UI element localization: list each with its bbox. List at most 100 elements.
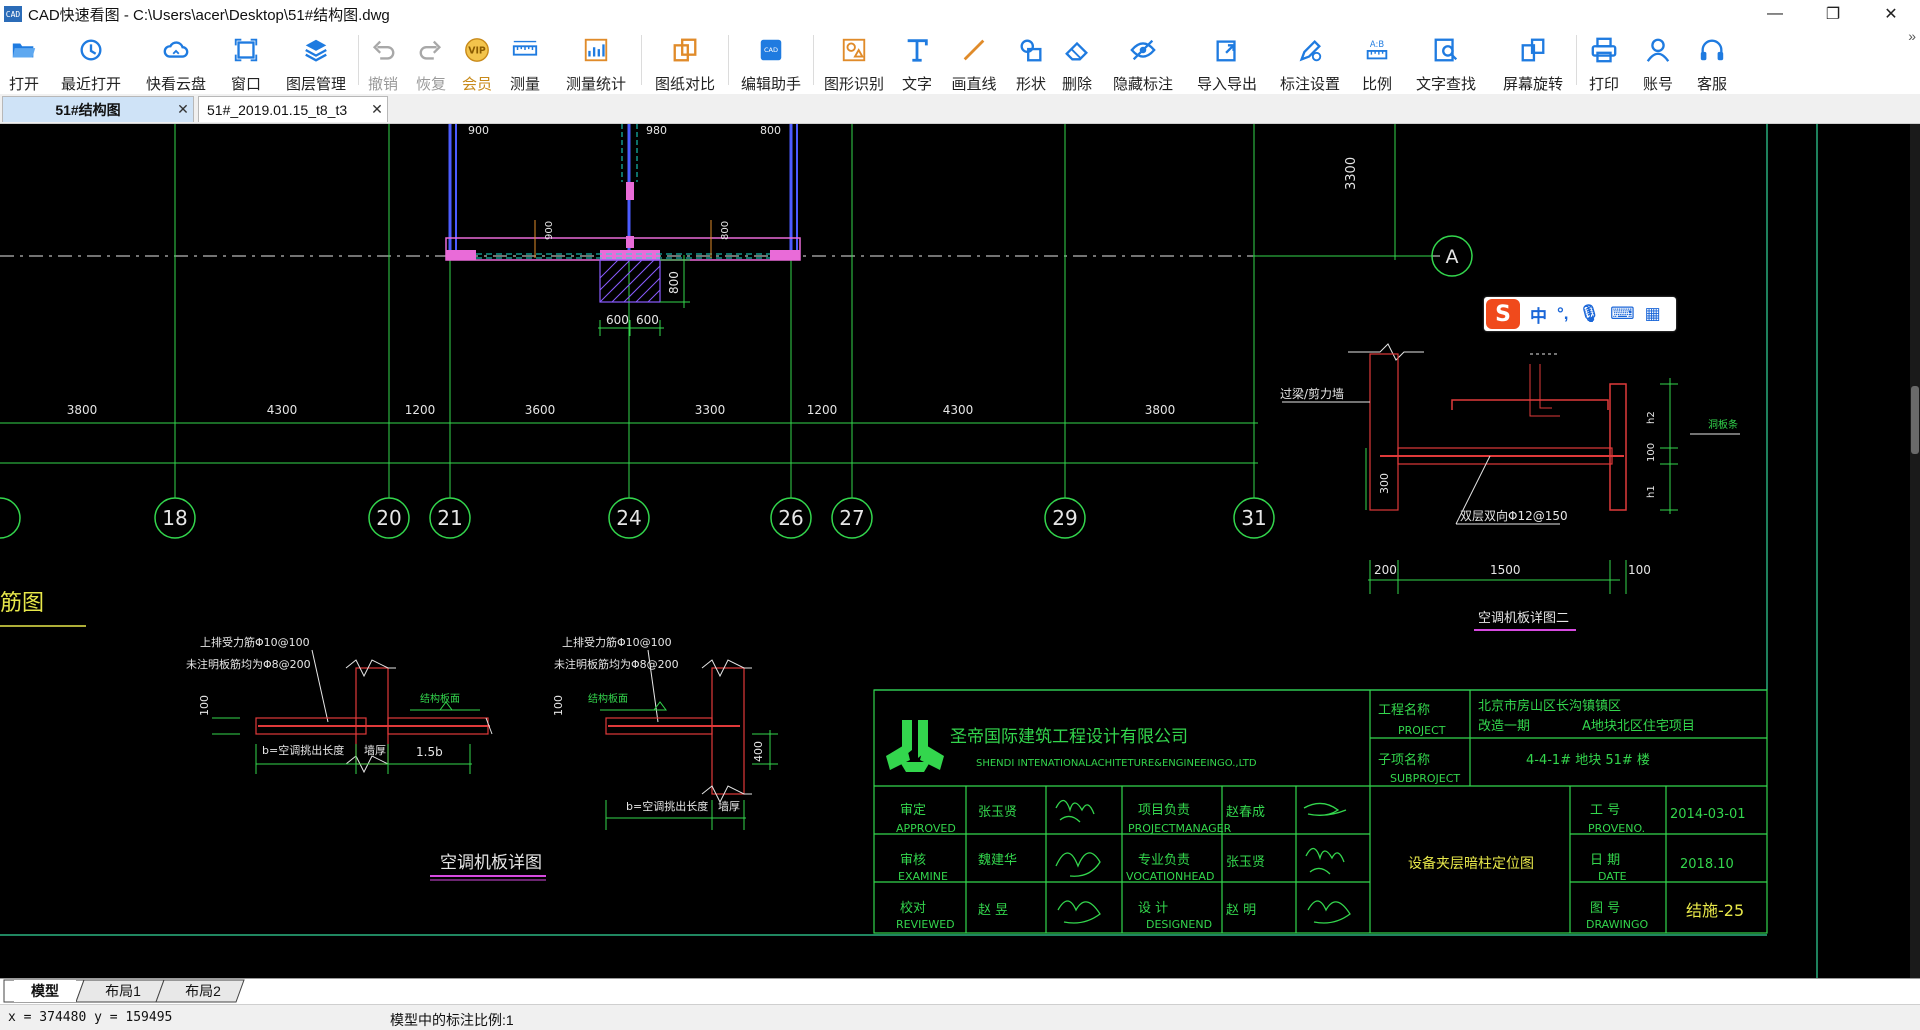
toolbar-button-annotation-settings[interactable]: 标注设置 <box>1268 28 1352 93</box>
dim-text: 墙厚 <box>364 743 386 757</box>
import-export-icon <box>1213 36 1241 69</box>
toolbar-button-history[interactable]: 最近打开 <box>48 28 134 93</box>
title-bar: CAD CAD快速看图 - C:\Users\acer\Desktop\51#结… <box>0 0 1920 28</box>
label-text: VOCATIONHEAD <box>1126 870 1214 883</box>
ime-logo-icon: S <box>1486 299 1520 329</box>
toolbar-button-rotate[interactable]: 屏幕旋转 <box>1490 28 1576 93</box>
label-text: SUBPROJECT <box>1390 772 1460 785</box>
shaft-structure <box>445 124 801 303</box>
dim-text: 400 <box>752 741 765 762</box>
toolbar-button-shape-recognize[interactable]: 图形识别 <box>814 28 894 93</box>
dim-text: 600 <box>606 313 629 327</box>
value-text: 赵春成 <box>1226 805 1265 820</box>
span-text: 3800 <box>1145 403 1176 417</box>
shapes-icon <box>1017 36 1045 69</box>
toolbar-button-ruler[interactable]: 测量 <box>499 28 551 93</box>
account-icon <box>1644 36 1672 69</box>
toolbar-button-redo[interactable]: 恢复 <box>407 28 455 93</box>
toolbar-button-scale[interactable]: A:B 比例 <box>1352 28 1402 93</box>
toolbar-button-line[interactable]: 画直线 <box>940 28 1008 93</box>
ime-toolbar[interactable]: S 中 °, 🎙 ⌨ ▦ <box>1484 297 1676 331</box>
toolbar-button-label: 恢复 <box>415 76 446 93</box>
ime-keyboard-icon[interactable]: ⌨ <box>1610 304 1635 324</box>
measure-stats-icon <box>582 36 610 69</box>
ruler-icon <box>511 36 539 69</box>
shape-recognize-icon <box>840 36 868 69</box>
tab-close-icon[interactable]: ✕ <box>173 101 193 118</box>
close-button[interactable]: ✕ <box>1862 0 1920 28</box>
dim-text: 800 <box>720 221 731 240</box>
toolbar-button-layers[interactable]: 图层管理 <box>274 28 358 93</box>
scrollbar-thumb[interactable] <box>1911 386 1919 454</box>
tab-model[interactable]: 模型 <box>14 980 76 1002</box>
toolbar-button-label: 快看云盘 <box>145 76 206 93</box>
toolbar-button-edit-assistant[interactable]: CAD 编辑助手 <box>729 28 813 93</box>
toolbar-button-label: 删除 <box>1061 76 1092 93</box>
toolbar-button-label: 最近打开 <box>60 76 121 93</box>
toolbar-button-text-search[interactable]: 文字查找 <box>1402 28 1490 93</box>
toolbar-button-headset[interactable]: 客服 <box>1685 28 1739 93</box>
section-title: 筋图 <box>0 591 44 616</box>
label-text: PROVENO. <box>1588 822 1645 835</box>
toolbar-button-import-export[interactable]: 导入导出 <box>1186 28 1268 93</box>
tab-layout1[interactable]: 布局1 <box>92 980 154 1002</box>
svg-text:VIP: VIP <box>468 46 486 57</box>
label-text: 设 计 <box>1138 901 1168 916</box>
toolbar-button-folder-open[interactable]: 打开 <box>0 28 48 93</box>
dim-text: b=空调挑出长度 <box>626 799 708 813</box>
ime-voice-icon[interactable]: 🎙 <box>1579 304 1601 324</box>
dim-text: 1500 <box>1490 563 1521 577</box>
toolbar-button-vip[interactable]: VIP 会员 <box>455 28 499 93</box>
toolbar-button-shapes[interactable]: 形状 <box>1008 28 1054 93</box>
value-text: 魏建华 <box>978 853 1017 868</box>
toolbar-button-label: 打印 <box>1588 76 1619 93</box>
axis-grid <box>0 124 1432 498</box>
ac-slab-detail-3: 过梁/剪力墙 双层双向Φ12@150 洞板条 h2 100 h1 300 200… <box>1280 343 1740 631</box>
restore-button[interactable]: ❐ <box>1804 0 1862 28</box>
drawing-canvas[interactable]: 900 980 800 900 800 800 600 600 3300 A 3… <box>0 124 1920 978</box>
toolbar-overflow-button[interactable]: » <box>1908 28 1916 44</box>
ime-mode-toggle[interactable]: 中 <box>1530 302 1547 327</box>
ime-punctuation-toggle[interactable]: °, <box>1557 304 1569 324</box>
label-text: PROJECTMANAGER <box>1128 822 1232 835</box>
toolbar-button-text[interactable]: 文字 <box>894 28 940 93</box>
toolbar-button-print[interactable]: 打印 <box>1577 28 1631 93</box>
tab-51-structure[interactable]: 51#结构图 ✕ <box>2 96 194 122</box>
label-text: 专业负责 <box>1138 853 1190 868</box>
ime-toolbox-icon[interactable]: ▦ <box>1645 304 1661 324</box>
toolbar-button-label: 编辑助手 <box>740 76 801 93</box>
title-block-text: 圣帝国际建筑工程设计有限公司 SHENDI INTENATIONALACHITE… <box>896 698 1746 931</box>
axis-label: 20 <box>376 506 401 530</box>
toolbar-button-label: 窗口 <box>230 76 261 93</box>
toolbar-button-hide-eye[interactable]: 隐藏标注 <box>1100 28 1186 93</box>
annotation-settings-icon <box>1296 36 1324 69</box>
tab-close-icon[interactable]: ✕ <box>367 101 387 118</box>
label-text: 工 号 <box>1590 803 1620 818</box>
dim-text: 3300 <box>1344 157 1359 190</box>
toolbar-button-window[interactable]: 窗口 <box>218 28 274 93</box>
toolbar-button-label: 账号 <box>1642 76 1673 93</box>
minimize-button[interactable]: — <box>1746 0 1804 28</box>
tab-51-2019[interactable]: 51#_2019.01.15_t8_t3 ✕ <box>198 96 388 122</box>
cursor-coordinates: x = 374480 y = 159495 <box>8 1010 173 1025</box>
axis-label: 31 <box>1241 506 1266 530</box>
toolbar-button-measure-stats[interactable]: 测量统计 <box>551 28 641 93</box>
toolbar-button-eraser[interactable]: 删除 <box>1054 28 1100 93</box>
dim-text: 800 <box>667 271 681 294</box>
scale-icon: A:B <box>1363 36 1391 69</box>
toolbar-button-cloud[interactable]: 快看云盘 <box>134 28 218 93</box>
toolbar-button-undo[interactable]: 撤销 <box>359 28 407 93</box>
toolbar-button-account[interactable]: 账号 <box>1631 28 1685 93</box>
value-text: A地块北区住宅项目 <box>1582 719 1695 734</box>
cad-viewer-window: CAD CAD快速看图 - C:\Users\acer\Desktop\51#结… <box>0 0 1920 1030</box>
vertical-scrollbar[interactable] <box>1910 124 1920 978</box>
toolbar-button-label: 导入导出 <box>1196 76 1257 93</box>
cad-drawing[interactable]: 900 980 800 900 800 800 600 600 3300 A 3… <box>0 124 1910 978</box>
label-text: 过梁/剪力墙 <box>1280 386 1344 401</box>
value-text: 北京市房山区长沟镇镇区 <box>1478 698 1621 714</box>
span-text: 1200 <box>807 403 838 417</box>
toolbar-button-compare[interactable]: 图纸对比 <box>642 28 728 93</box>
tab-layout2[interactable]: 布局2 <box>172 980 234 1002</box>
ac-slab-detail-2: 上排受力筋Φ10@100 未注明板筋均为Φ8@200 结构板面 100 400 … <box>552 635 778 830</box>
print-icon <box>1590 36 1618 69</box>
